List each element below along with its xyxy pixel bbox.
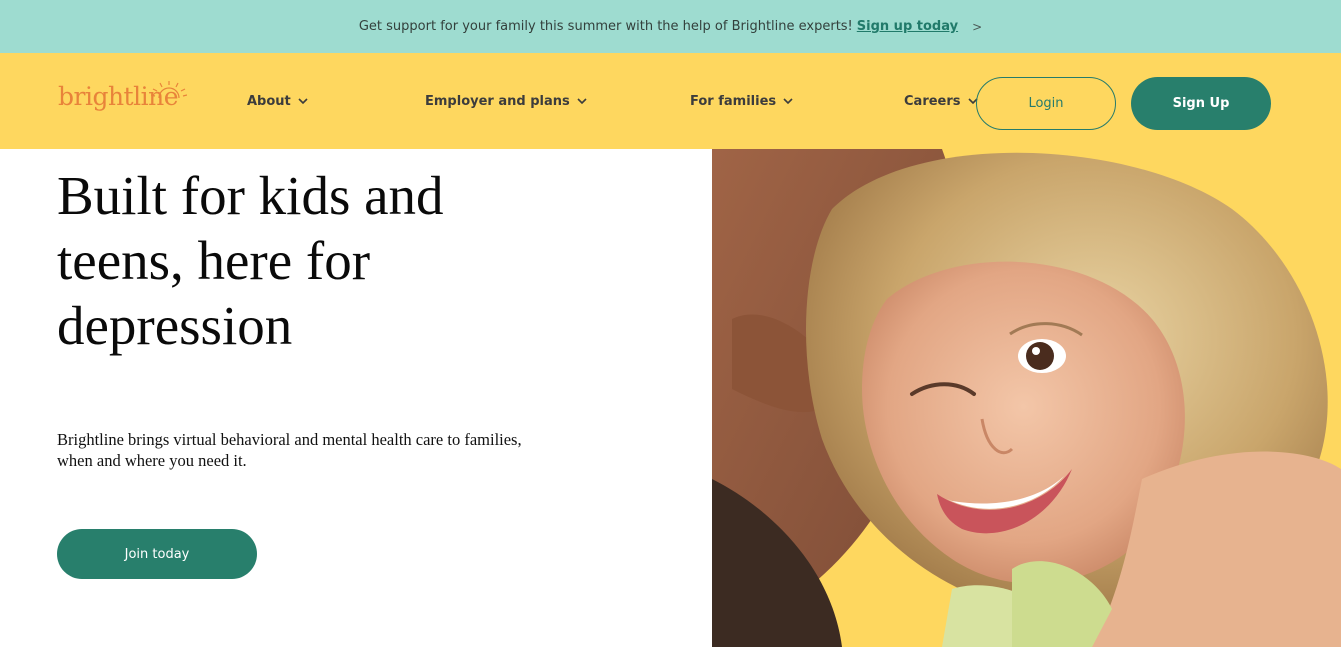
nav-about[interactable]: About — [247, 94, 308, 109]
login-button[interactable]: Login — [976, 77, 1116, 130]
chevron-down-icon — [298, 98, 308, 105]
site-header: brightline About Employer and plans For … — [0, 53, 1341, 149]
promo-text: Get support for your family this summer … — [358, 19, 853, 34]
hero-title: Built for kids and teens, here for depre… — [57, 165, 444, 356]
hero-photo-child-smiling — [712, 149, 1341, 647]
chevron-down-icon — [577, 98, 587, 105]
join-today-button[interactable]: Join today — [57, 529, 257, 579]
nav-employer-and-plans[interactable]: Employer and plans — [425, 94, 587, 109]
nav-careers-label: Careers — [904, 94, 961, 109]
promo-arrow-icon[interactable]: > — [972, 20, 982, 34]
hero-subtitle: Brightline brings virtual behavioral and… — [57, 430, 522, 470]
nav-careers[interactable]: Careers — [904, 94, 978, 109]
nav-for-families[interactable]: For families — [690, 94, 793, 109]
nav-employer-label: Employer and plans — [425, 94, 570, 109]
nav-families-label: For families — [690, 94, 777, 109]
sun-icon — [151, 81, 187, 99]
signup-button[interactable]: Sign Up — [1131, 77, 1271, 130]
promo-signup-link[interactable]: Sign up today — [857, 19, 958, 34]
hero-photo-illustration — [712, 149, 1341, 647]
nav-about-label: About — [247, 94, 291, 109]
promo-banner: Get support for your family this summer … — [0, 0, 1341, 53]
brightline-logo[interactable]: brightline — [58, 81, 187, 118]
chevron-down-icon — [783, 98, 793, 105]
